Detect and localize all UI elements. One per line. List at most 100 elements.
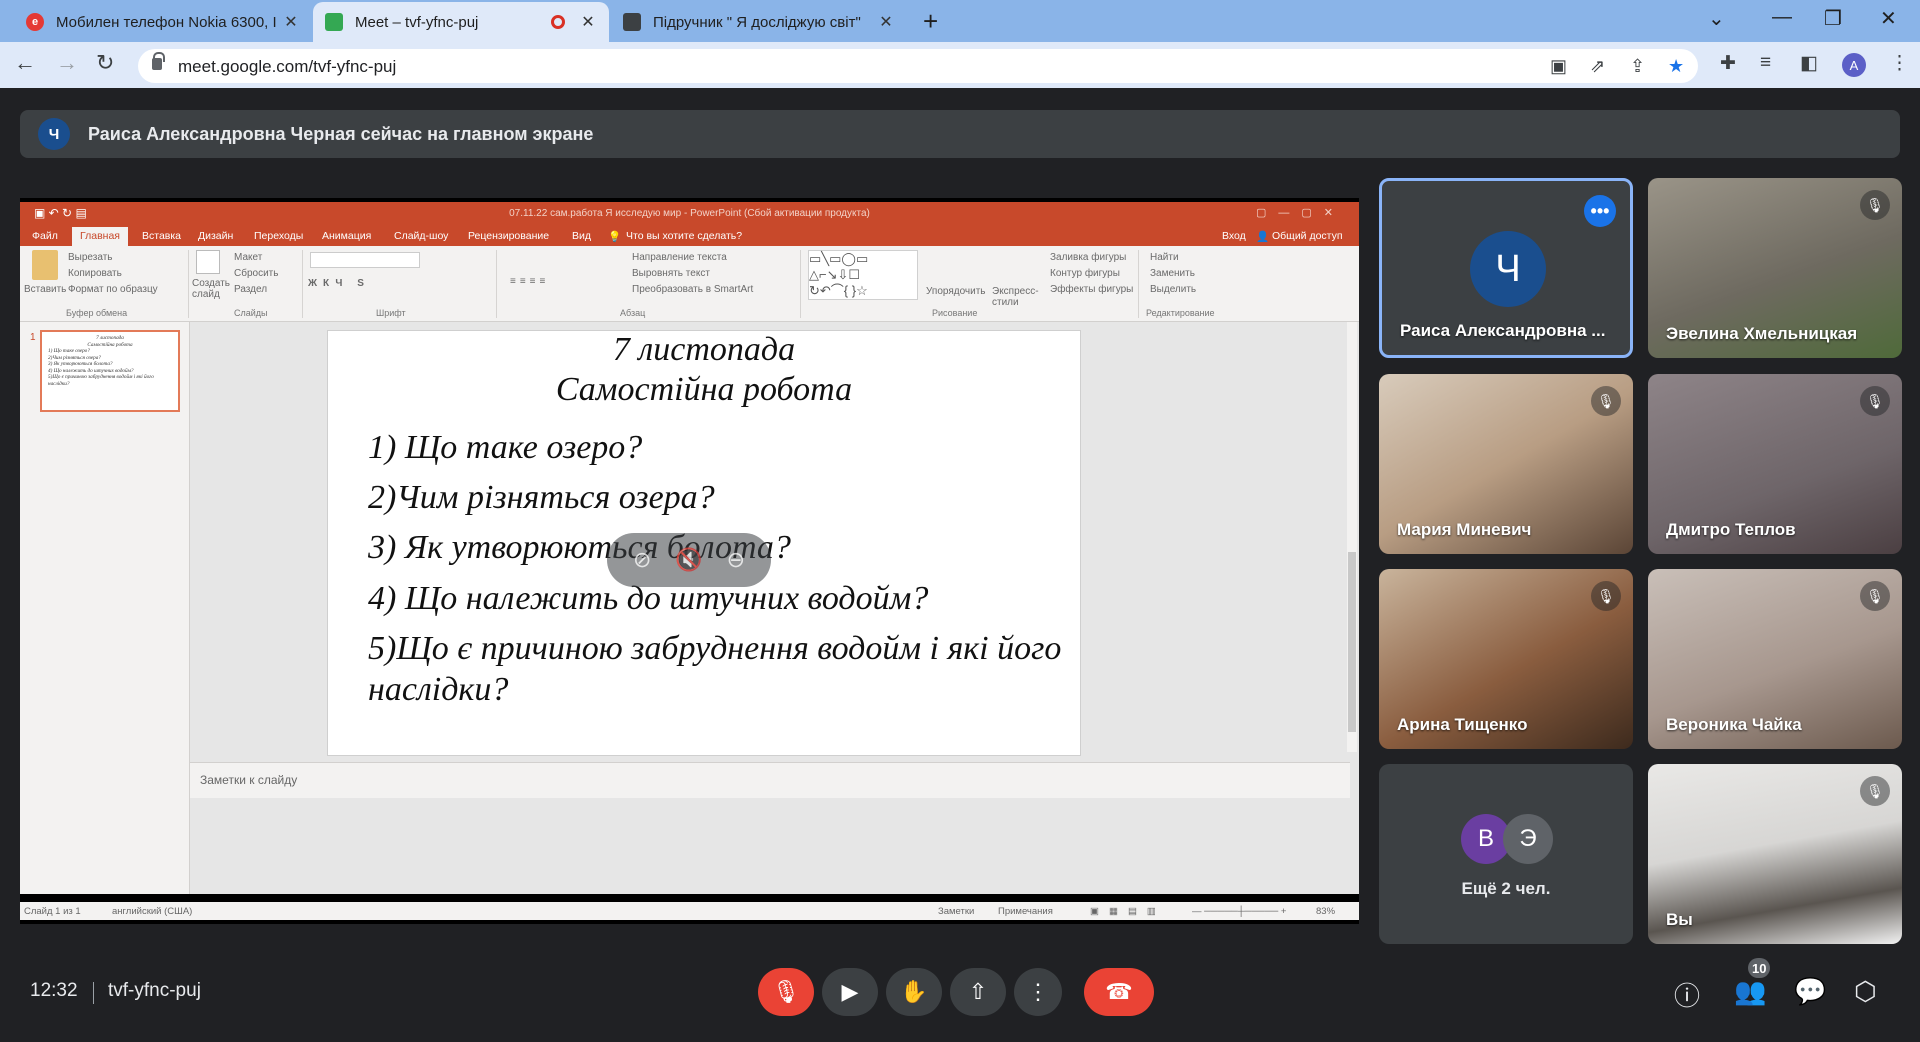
browser-tab-meet[interactable]: Meet – tvf-yfnc-puj ✕ — [313, 2, 609, 42]
ribbon-separator — [188, 250, 189, 318]
presentation-banner: Ч Раиса Александровна Черная сейчас на г… — [20, 110, 1900, 158]
media-control-icon[interactable]: ≡ — [1760, 52, 1771, 74]
status-notes: Заметки — [938, 906, 975, 917]
thumb-question: наслідки? — [48, 380, 70, 387]
mic-toggle-button[interactable]: 🎙 — [758, 968, 814, 1016]
url-text: meet.google.com/tvf-yfnc-puj — [178, 57, 397, 76]
shape-effects-label: Эффекты фигуры — [1050, 284, 1134, 295]
reload-icon[interactable]: ↻ — [96, 50, 114, 76]
participant-name: Вероника Чайка — [1666, 715, 1802, 734]
participant-tile[interactable]: 🎙 Эвелина Хмельницкая — [1648, 178, 1902, 358]
share-person-icon: 👤 — [1256, 231, 1270, 243]
remove-icon[interactable]: ⊖ — [727, 547, 745, 573]
text-direction-label: Направление текста — [632, 252, 727, 263]
shape-fill-label: Заливка фигуры — [1050, 252, 1127, 263]
ppt-tab-view: Вид — [572, 230, 591, 242]
tab-search-chevron-icon[interactable]: ⌄ — [1708, 6, 1725, 31]
share-icon[interactable]: ⇪ — [1630, 56, 1645, 77]
paste-clipboard-icon — [32, 250, 58, 280]
section-label: Раздел — [234, 284, 268, 295]
status-zoom: 83% — [1316, 906, 1336, 917]
bookmark-star-icon[interactable]: ★ — [1668, 56, 1684, 77]
close-window-icon[interactable]: ✕ — [1880, 6, 1897, 31]
ppt-workspace: 1 7 листопада Самостійна робота 1) Що та… — [20, 322, 1359, 894]
mic-off-icon: 🎙 — [1591, 386, 1621, 416]
layout-label: Макет — [234, 252, 263, 263]
more-options-button[interactable]: ⋮ — [1014, 968, 1062, 1016]
raise-hand-button[interactable]: ✋ — [886, 968, 942, 1016]
more-participants-label: Ещё 2 чел. — [1461, 879, 1551, 898]
chrome-menu-icon[interactable]: ⋮ — [1890, 52, 1909, 75]
camera-in-use-icon[interactable]: ▣ — [1550, 56, 1567, 77]
hand-icon: ✋ — [900, 979, 928, 1004]
participant-avatar: Ч — [1470, 231, 1546, 307]
close-tab-icon[interactable]: ✕ — [282, 12, 300, 32]
group-paragraph: Абзац — [620, 308, 646, 318]
browser-tab-nokia[interactable]: e Мобилен телефон Nokia 6300, Ӏ ✕ — [14, 2, 312, 42]
ppt-tab-design: Дизайн — [198, 230, 234, 242]
chat-icon[interactable]: 💬 — [1794, 976, 1826, 1007]
open-in-new-icon[interactable]: ⇗ — [1590, 56, 1605, 77]
participants-count-badge: 10 — [1748, 958, 1771, 978]
slide-thumbnail: 7 листопада Самостійна робота 1) Що таке… — [40, 330, 180, 412]
side-panel-icon[interactable]: ◧ — [1800, 52, 1818, 75]
group-font: Шрифт — [376, 308, 406, 318]
slide-question-2: 2)Чим різняться озера? — [368, 479, 715, 516]
forward-arrow-icon[interactable]: → — [56, 50, 78, 76]
profile-avatar[interactable]: A — [1842, 53, 1866, 77]
font-format-icons: ЖКЧ S — [308, 278, 370, 289]
recording-icon — [551, 15, 565, 29]
browser-tab-strip: e Мобилен телефон Nokia 6300, Ӏ ✕ Meet –… — [0, 0, 1920, 42]
activities-icon[interactable]: ⬡ — [1854, 976, 1877, 1007]
tab-title: Мобилен телефон Nokia 6300, Ӏ — [56, 13, 277, 31]
paragraph-align-icons: ≡≡≡≡ — [510, 276, 550, 287]
lightbulb-icon: 💡 — [608, 231, 622, 243]
ppt-tab-review: Рецензирование — [468, 230, 550, 242]
smartart-label: Преобразовать в SmartArt — [632, 284, 754, 295]
back-arrow-icon[interactable]: ← — [14, 50, 36, 76]
participant-name: Раиса Александровна ... — [1400, 321, 1606, 340]
mute-presentation-icon[interactable]: 🔇 — [675, 547, 702, 573]
people-icon[interactable]: 👥 — [1734, 976, 1766, 1007]
ppt-ribbon-tabs: Файл Главная Вставка Дизайн Переходы Ани… — [20, 226, 1359, 248]
ppt-window-controls-icon: ▢—▢✕ — [1255, 207, 1345, 219]
participant-name: Дмитро Теплов — [1666, 520, 1796, 539]
new-tab-plus-icon[interactable]: + — [923, 6, 938, 37]
cut-label: Вырезать — [68, 252, 113, 263]
ppt-tab-transitions: Переходы — [254, 230, 304, 242]
mic-off-icon: 🎙 — [772, 979, 800, 1004]
self-view-tile[interactable]: 🎙 Вы — [1648, 764, 1902, 944]
meeting-details-icon[interactable]: ⓘ — [1674, 976, 1700, 1013]
participant-name: Вы — [1666, 910, 1693, 929]
present-screen-button[interactable]: ⇧ — [950, 968, 1006, 1016]
more-vert-icon: ⋮ — [1027, 979, 1049, 1004]
slide-title-line-2: Самостійна робота — [555, 371, 853, 408]
participant-tile[interactable]: 🎙 Дмитро Теплов — [1648, 374, 1902, 554]
more-participants-tile[interactable]: В Э Ещё 2 чел. — [1379, 764, 1633, 944]
browser-tab-textbook[interactable]: Підручник " Я досліджую світ" ✕ — [611, 2, 907, 42]
minimize-icon[interactable]: — — [1772, 6, 1792, 29]
participant-tile[interactable]: 🎙 Мария Миневич — [1379, 374, 1633, 554]
mic-off-icon: 🎙 — [1591, 581, 1621, 611]
leave-call-button[interactable]: ☎ — [1084, 968, 1154, 1016]
participant-tile[interactable]: 🎙 Вероника Чайка — [1648, 569, 1902, 749]
more-options-icon[interactable]: ••• — [1584, 195, 1616, 227]
participant-tile-presenter[interactable]: Ч ••• Раиса Александровна ... — [1379, 178, 1633, 358]
camera-toggle-button[interactable]: ▶ — [822, 968, 878, 1016]
unpin-icon[interactable]: ⊘ — [633, 547, 651, 573]
close-tab-icon[interactable]: ✕ — [579, 12, 597, 32]
quick-styles-label: Экспресс-стили — [992, 286, 1039, 308]
ppt-status-bar: Слайд 1 из 1 английский (США) Заметки Пр… — [20, 902, 1359, 920]
bar-divider — [93, 982, 94, 1004]
close-tab-icon[interactable]: ✕ — [877, 12, 895, 32]
copy-label: Копировать — [68, 268, 122, 279]
presentation-hover-controls[interactable]: ⊘ 🔇 ⊖ — [607, 533, 771, 587]
maximize-icon[interactable]: ❐ — [1824, 6, 1842, 31]
address-bar[interactable]: meet.google.com/tvf-yfnc-puj ▣ ⇗ ⇪ ★ — [138, 49, 1698, 83]
lock-icon — [152, 52, 165, 70]
extensions-puzzle-icon[interactable]: ✚ — [1720, 52, 1736, 75]
participant-tile[interactable]: 🎙 Арина Тищенко — [1379, 569, 1633, 749]
slide-notes-area: Заметки к слайду — [190, 762, 1350, 798]
ppt-tab-animation: Анимация — [322, 230, 372, 242]
meeting-code: tvf-yfnc-puj — [108, 980, 201, 1001]
